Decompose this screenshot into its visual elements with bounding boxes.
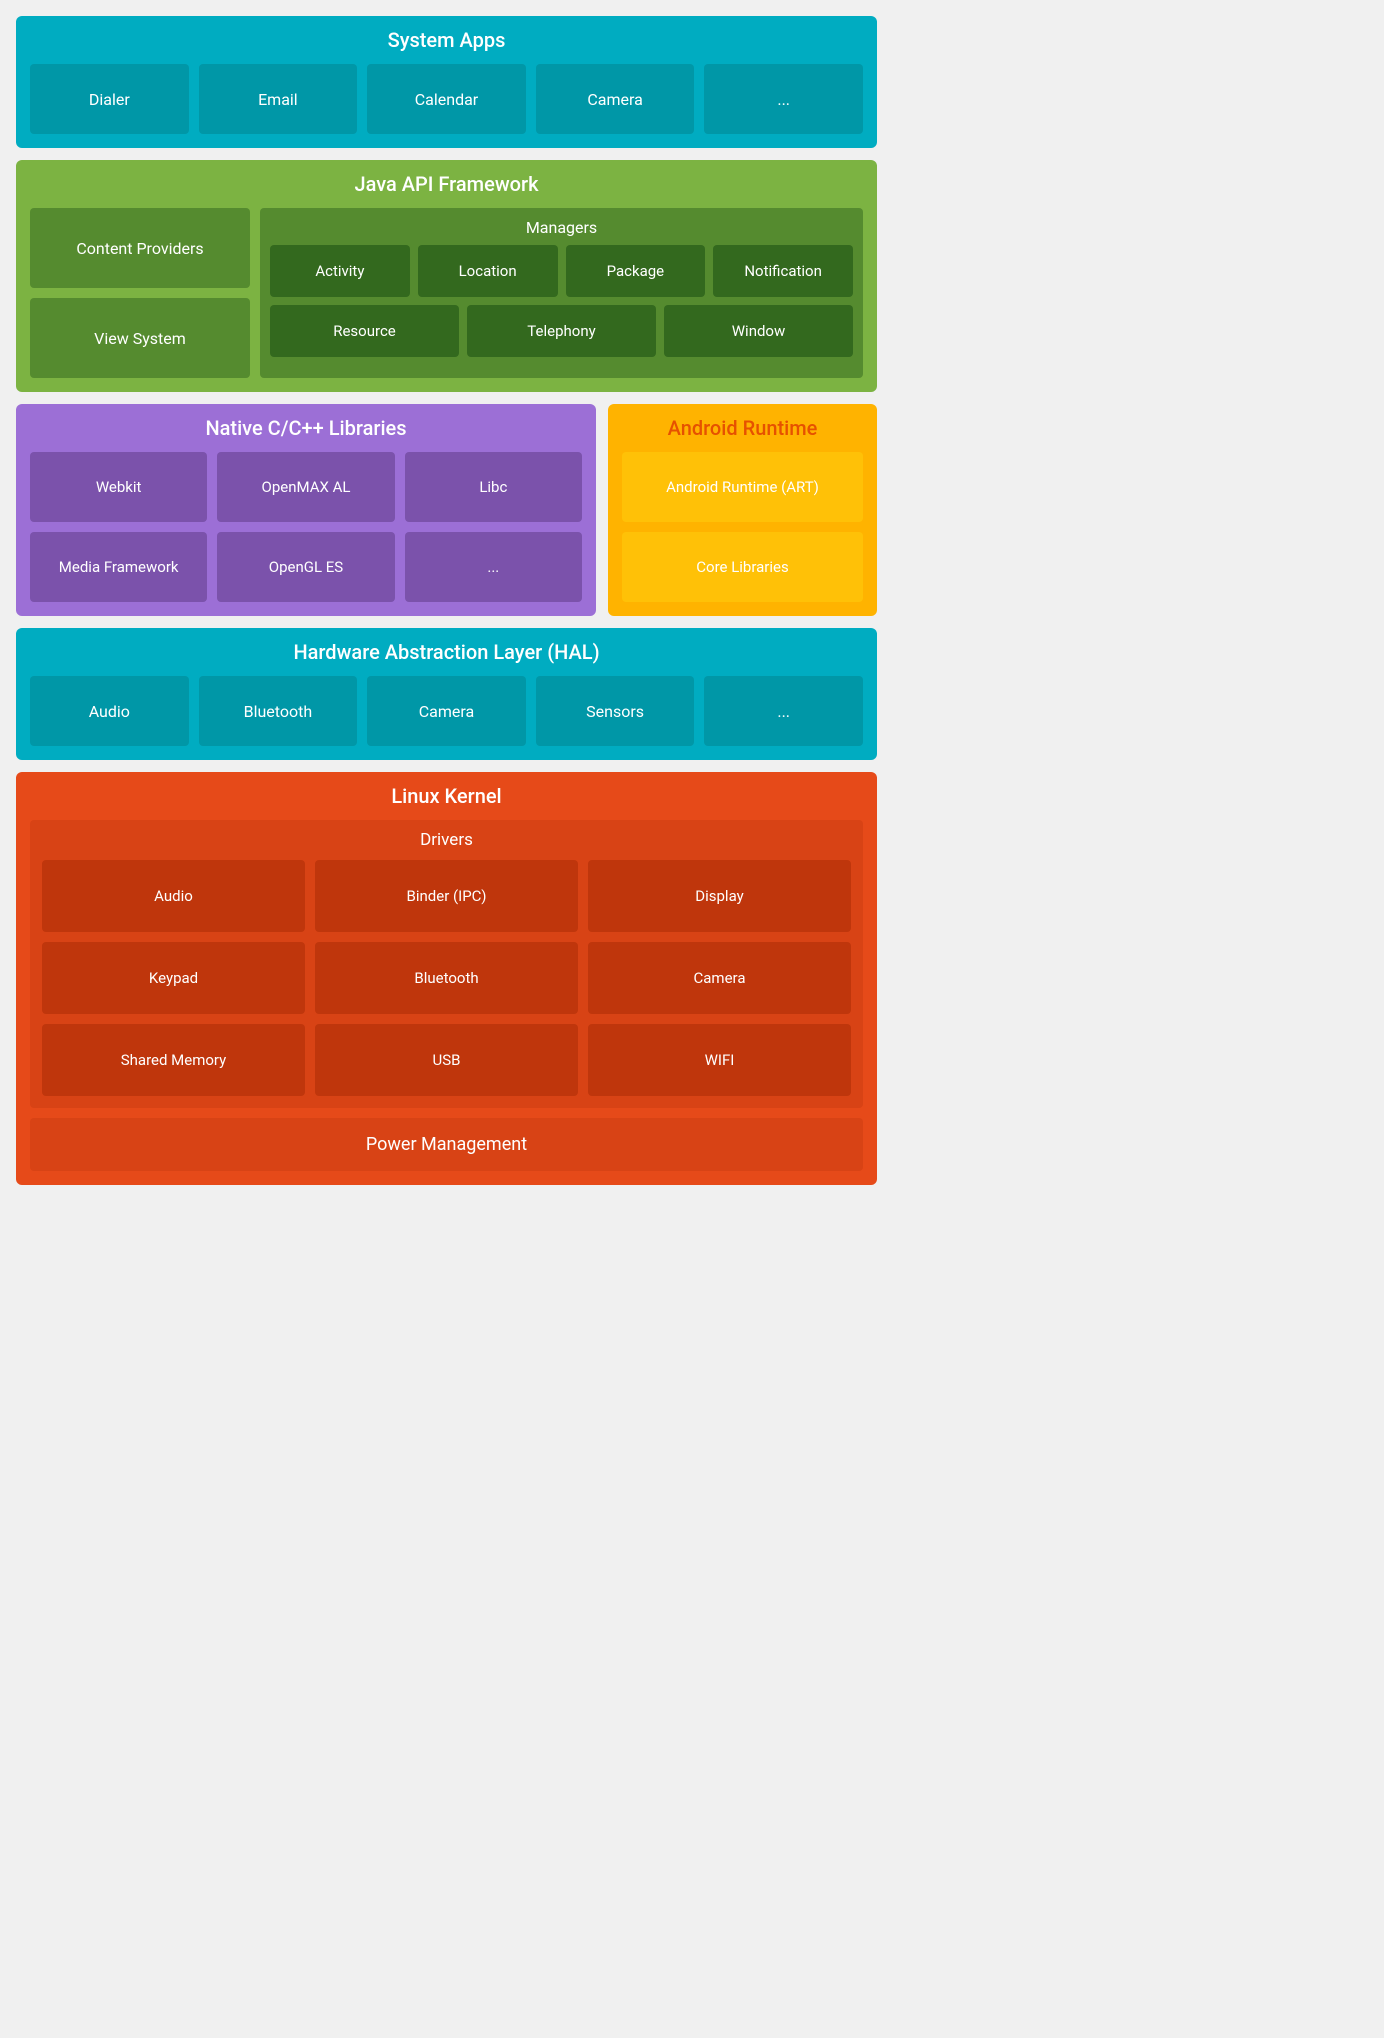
hal-camera: Camera [367,676,526,746]
runtime-grid: Android Runtime (ART) Core Libraries [622,452,863,602]
runtime-art: Android Runtime (ART) [622,452,863,522]
linux-kernel-title: Linux Kernel [30,784,863,808]
view-system-box: View System [30,298,250,378]
android-runtime-title: Android Runtime [622,416,863,440]
drivers-title: Drivers [42,830,851,850]
hal-more: ... [704,676,863,746]
driver-binder: Binder (IPC) [315,860,578,932]
middle-row: Native C/C++ Libraries Webkit OpenMAX AL… [16,404,877,616]
drivers-section: Drivers Audio Binder (IPC) Display Keypa… [30,820,863,1108]
power-management: Power Management [30,1118,863,1171]
driver-bluetooth: Bluetooth [315,942,578,1014]
system-apps-title: System Apps [30,28,863,52]
app-camera: Camera [536,64,695,134]
native-grid: Webkit OpenMAX AL Libc Media Framework O… [30,452,582,602]
app-email: Email [199,64,358,134]
native-media: Media Framework [30,532,207,602]
mgr-notification: Notification [713,245,853,297]
apps-row: Dialer Email Calendar Camera ... [30,64,863,134]
native-opengl: OpenGL ES [217,532,394,602]
mgr-telephony: Telephony [467,305,656,357]
mgr-location: Location [418,245,558,297]
managers-grid: Activity Location Package Notification R… [270,245,853,357]
java-api-layer: Java API Framework Content Providers Vie… [16,160,877,392]
mgr-window: Window [664,305,853,357]
driver-audio: Audio [42,860,305,932]
native-libs-title: Native C/C++ Libraries [30,416,582,440]
android-runtime-layer: Android Runtime Android Runtime (ART) Co… [608,404,877,616]
managers-title: Managers [270,218,853,237]
drivers-grid: Audio Binder (IPC) Display Keypad Blueto… [42,860,851,1096]
hal-audio: Audio [30,676,189,746]
driver-wifi: WIFI [588,1024,851,1096]
runtime-core-libs: Core Libraries [622,532,863,602]
mgr-activity: Activity [270,245,410,297]
managers-row-1: Activity Location Package Notification [270,245,853,297]
mgr-package: Package [566,245,706,297]
java-inner: Content Providers View System Managers A… [30,208,863,378]
driver-keypad: Keypad [42,942,305,1014]
hal-layer: Hardware Abstraction Layer (HAL) Audio B… [16,628,877,760]
managers-row-2: Resource Telephony Window [270,305,853,357]
mgr-resource: Resource [270,305,459,357]
native-openmax: OpenMAX AL [217,452,394,522]
hal-row: Audio Bluetooth Camera Sensors ... [30,676,863,746]
native-webkit: Webkit [30,452,207,522]
managers-col: Managers Activity Location Package Notif… [260,208,863,378]
content-providers-col: Content Providers View System [30,208,250,378]
hal-title: Hardware Abstraction Layer (HAL) [30,640,863,664]
driver-display: Display [588,860,851,932]
native-libs-layer: Native C/C++ Libraries Webkit OpenMAX AL… [16,404,596,616]
hal-bluetooth: Bluetooth [199,676,358,746]
system-apps-layer: System Apps Dialer Email Calendar Camera… [16,16,877,148]
java-api-title: Java API Framework [30,172,863,196]
driver-camera: Camera [588,942,851,1014]
native-libc: Libc [405,452,582,522]
content-providers-box: Content Providers [30,208,250,288]
app-more: ... [704,64,863,134]
hal-sensors: Sensors [536,676,695,746]
driver-shared-memory: Shared Memory [42,1024,305,1096]
app-calendar: Calendar [367,64,526,134]
driver-usb: USB [315,1024,578,1096]
native-more: ... [405,532,582,602]
app-dialer: Dialer [30,64,189,134]
linux-kernel-layer: Linux Kernel Drivers Audio Binder (IPC) … [16,772,877,1185]
